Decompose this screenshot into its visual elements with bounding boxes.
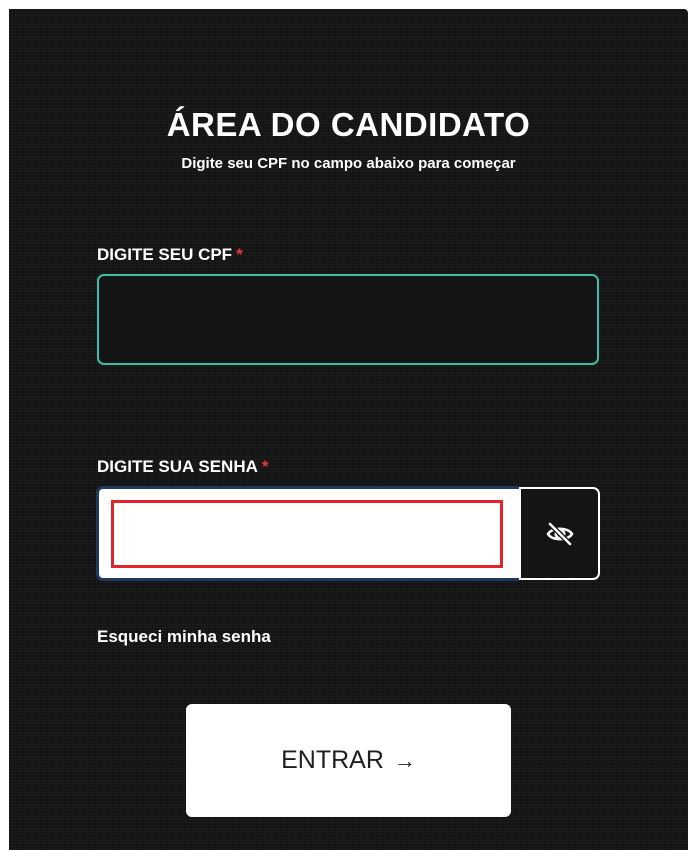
password-input[interactable]	[111, 500, 503, 568]
cpf-input[interactable]	[97, 274, 599, 365]
password-label-text: DIGITE SUA SENHA	[97, 457, 258, 476]
arrow-right-icon: →	[393, 747, 416, 773]
password-label: DIGITE SUA SENHA *	[97, 457, 269, 477]
page-title: ÁREA DO CANDIDATO	[166, 106, 531, 143]
eye-slash-icon	[546, 521, 573, 546]
toggle-password-visibility-button[interactable]	[519, 487, 600, 580]
required-mark: *	[236, 245, 243, 264]
cpf-label: DIGITE SEU CPF *	[97, 245, 243, 265]
enter-button[interactable]: ENTRAR →	[186, 704, 511, 817]
password-field-wrapper	[96, 486, 519, 581]
forgot-password-link[interactable]: Esqueci minha senha	[97, 627, 271, 647]
cpf-label-text: DIGITE SEU CPF	[97, 245, 233, 264]
enter-button-label: ENTRAR	[281, 746, 384, 774]
required-mark: *	[261, 457, 269, 476]
page-subtitle: Digite seu CPF no campo abaixo para come…	[181, 155, 516, 172]
